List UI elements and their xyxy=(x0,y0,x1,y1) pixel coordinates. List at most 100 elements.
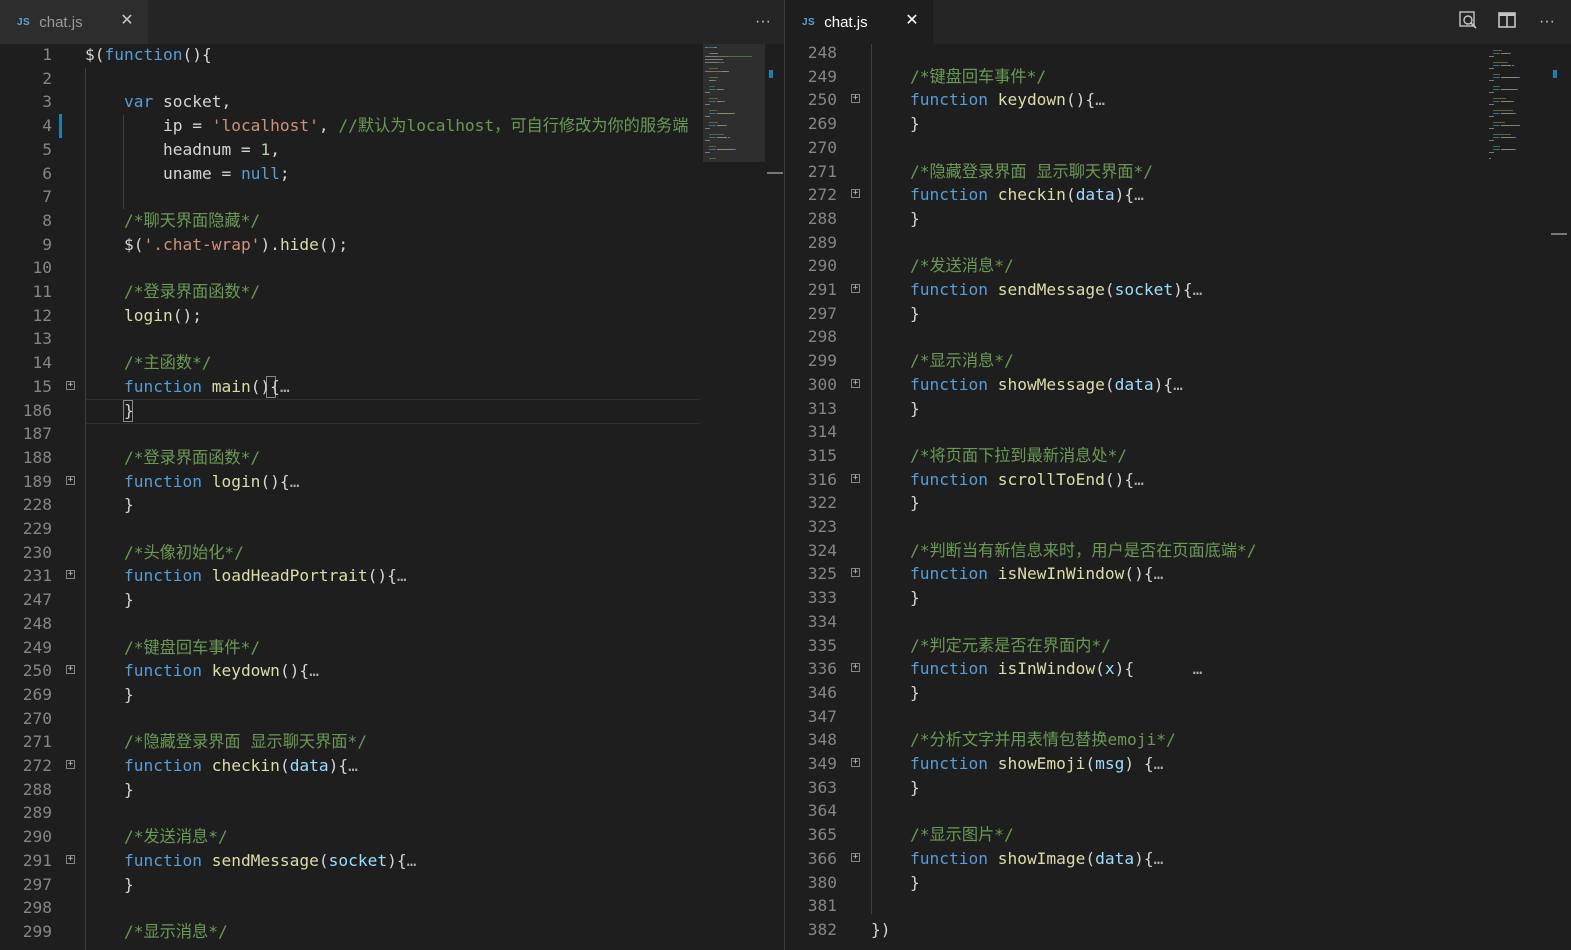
code-editor-right[interactable]: 248 249 /*键盘回车事件*/250 + function keydown()… xyxy=(785,43,1571,950)
more-actions-icon[interactable]: ··· xyxy=(751,10,775,34)
code-line[interactable]: 6 uname = null; xyxy=(0,162,784,186)
code-line[interactable]: 322 } xyxy=(785,491,1571,515)
code-line[interactable]: 14 /*主函数*/ xyxy=(0,351,784,375)
code-line[interactable]: 291 + function sendMessage(socket){… xyxy=(0,849,784,873)
vertical-scrollbar[interactable] xyxy=(1551,44,1567,950)
code-line[interactable]: 230 /*头像初始化*/ xyxy=(0,541,784,565)
code-line[interactable]: 297 } xyxy=(0,873,784,897)
code-line[interactable]: 335 /*判定元素是否在界面内*/ xyxy=(785,634,1571,658)
code-token-ellipsis[interactable]: … xyxy=(1134,185,1144,204)
fold-expand-icon[interactable]: + xyxy=(66,570,75,580)
code-line[interactable]: 271 /*隐藏登录界面 显示聊天界面*/ xyxy=(0,730,784,754)
code-line[interactable]: 299 /*显示消息*/ xyxy=(785,349,1571,373)
code-line[interactable]: 231 + function loadHeadPortrait(){… xyxy=(0,564,784,588)
code-line[interactable]: 248 xyxy=(0,612,784,636)
code-token-ellipsis[interactable]: … xyxy=(1173,375,1183,394)
code-line[interactable]: 272 + function checkin(data){… xyxy=(0,754,784,778)
fold-expand-icon[interactable]: + xyxy=(66,854,75,864)
minimap[interactable] xyxy=(1487,44,1549,950)
code-token-ellipsis[interactable]: … xyxy=(280,377,290,396)
code-line[interactable]: 272 + function checkin(data){… xyxy=(785,183,1571,207)
code-line[interactable]: 382}) xyxy=(785,918,1571,942)
code-line[interactable]: 363 } xyxy=(785,776,1571,800)
code-line[interactable]: 247 } xyxy=(0,588,784,612)
code-line[interactable]: 297 } xyxy=(785,302,1571,326)
code-line[interactable]: 8 /*聊天界面隐藏*/ xyxy=(0,209,784,233)
fold-expand-icon[interactable]: + xyxy=(851,94,860,104)
vertical-scrollbar[interactable] xyxy=(767,44,783,950)
code-line[interactable]: 325 + function isNewInWindow(){… xyxy=(785,562,1571,586)
code-line[interactable]: 290 /*发送消息*/ xyxy=(0,825,784,849)
code-line[interactable]: 290 /*发送消息*/ xyxy=(785,254,1571,278)
code-line[interactable]: 2 xyxy=(0,67,784,91)
code-line[interactable]: 346 } xyxy=(785,681,1571,705)
code-token-ellipsis[interactable]: … xyxy=(1134,470,1144,489)
code-line[interactable]: 250 + function keydown(){… xyxy=(785,88,1571,112)
code-line[interactable]: 333 } xyxy=(785,586,1571,610)
code-line[interactable]: 291 + function sendMessage(socket){… xyxy=(785,278,1571,302)
code-line[interactable]: 270 xyxy=(0,707,784,731)
code-line[interactable]: 288 } xyxy=(785,207,1571,231)
fold-expand-icon[interactable]: + xyxy=(851,852,860,862)
fold-expand-icon[interactable]: + xyxy=(66,380,75,390)
code-token-ellipsis[interactable]: … xyxy=(1193,659,1203,678)
code-line[interactable]: 229 xyxy=(0,517,784,541)
tab-chat-js-left[interactable]: JS chat.js ✕ xyxy=(0,0,148,44)
code-line[interactable]: 316 + function scrollToEnd(){… xyxy=(785,468,1571,492)
code-line[interactable]: 348 /*分析文字并用表情包替换emoji*/ xyxy=(785,728,1571,752)
code-line[interactable]: 9 $('.chat-wrap').hide(); xyxy=(0,233,784,257)
scroll-thumb[interactable] xyxy=(767,172,783,174)
code-line[interactable]: 189 + function login(){… xyxy=(0,470,784,494)
code-line[interactable]: 249 /*键盘回车事件*/ xyxy=(785,65,1571,89)
code-token-ellipsis[interactable]: … xyxy=(407,851,417,870)
code-line[interactable]: 270 xyxy=(785,136,1571,160)
fold-expand-icon[interactable]: + xyxy=(851,189,860,199)
code-line[interactable]: 12 login(); xyxy=(0,304,784,328)
code-line[interactable]: 269 } xyxy=(785,112,1571,136)
fold-expand-icon[interactable]: + xyxy=(66,760,75,769)
code-line[interactable]: 381 xyxy=(785,894,1571,918)
code-line[interactable]: 4 ip = 'localhost', //默认为localhost，可自行修改… xyxy=(0,114,784,138)
code-line[interactable]: 334 xyxy=(785,610,1571,634)
fold-expand-icon[interactable]: + xyxy=(851,473,860,483)
code-token-ellipsis[interactable]: … xyxy=(1154,849,1164,868)
code-line[interactable]: 5 headnum = 1, xyxy=(0,138,784,162)
fold-expand-icon[interactable]: + xyxy=(66,475,75,485)
code-token-ellipsis[interactable]: … xyxy=(348,756,358,775)
code-token-ellipsis[interactable]: … xyxy=(1154,564,1164,583)
code-line[interactable]: 250 + function keydown(){… xyxy=(0,659,784,683)
code-line[interactable]: 298 xyxy=(785,325,1571,349)
close-icon[interactable]: ✕ xyxy=(903,12,921,30)
code-line[interactable]: 300 + function showMessage(data){… xyxy=(785,373,1571,397)
code-line[interactable]: 228 } xyxy=(0,493,784,517)
find-in-file-icon[interactable] xyxy=(1456,10,1480,34)
code-line[interactable]: 299 /*显示消息*/ xyxy=(0,920,784,944)
code-line[interactable]: 7 xyxy=(0,185,784,209)
tab-chat-js-right[interactable]: JS chat.js ✕ xyxy=(785,0,933,44)
code-token-ellipsis[interactable]: … xyxy=(1193,280,1203,299)
more-actions-icon[interactable]: ··· xyxy=(1535,10,1559,34)
fold-expand-icon[interactable]: + xyxy=(851,284,860,293)
code-line[interactable]: 336 + function isInWindow(x){ … xyxy=(785,657,1571,681)
code-line[interactable]: 13 xyxy=(0,327,784,351)
code-token-ellipsis[interactable]: … xyxy=(1154,754,1164,773)
fold-expand-icon[interactable]: + xyxy=(851,663,860,673)
code-line[interactable]: 288 } xyxy=(0,778,784,802)
code-line[interactable]: 271 /*隐藏登录界面 显示聊天界面*/ xyxy=(785,160,1571,184)
code-token-ellipsis[interactable]: … xyxy=(1095,90,1105,109)
code-line[interactable]: 349 + function showEmoji(msg) {… xyxy=(785,752,1571,776)
code-line[interactable]: 3 var socket, xyxy=(0,90,784,114)
close-icon[interactable]: ✕ xyxy=(118,12,136,30)
code-line[interactable]: 380 } xyxy=(785,871,1571,895)
fold-expand-icon[interactable]: + xyxy=(66,665,75,675)
code-line[interactable]: 187 xyxy=(0,422,784,446)
code-line[interactable]: 313 } xyxy=(785,397,1571,421)
scroll-thumb[interactable] xyxy=(1551,233,1567,235)
code-token-ellipsis[interactable]: … xyxy=(290,472,300,491)
code-line[interactable]: 315 /*将页面下拉到最新消息处*/ xyxy=(785,444,1571,468)
code-line[interactable]: 249 /*键盘回车事件*/ xyxy=(0,636,784,660)
code-line[interactable]: 365 /*显示图片*/ xyxy=(785,823,1571,847)
code-editor-left[interactable]: 1 $(function(){2 3 var socket, 4 ip = 'loca… xyxy=(0,44,784,950)
code-line[interactable]: 298 xyxy=(0,896,784,920)
code-line[interactable]: 15 + function main(){… xyxy=(0,375,784,399)
